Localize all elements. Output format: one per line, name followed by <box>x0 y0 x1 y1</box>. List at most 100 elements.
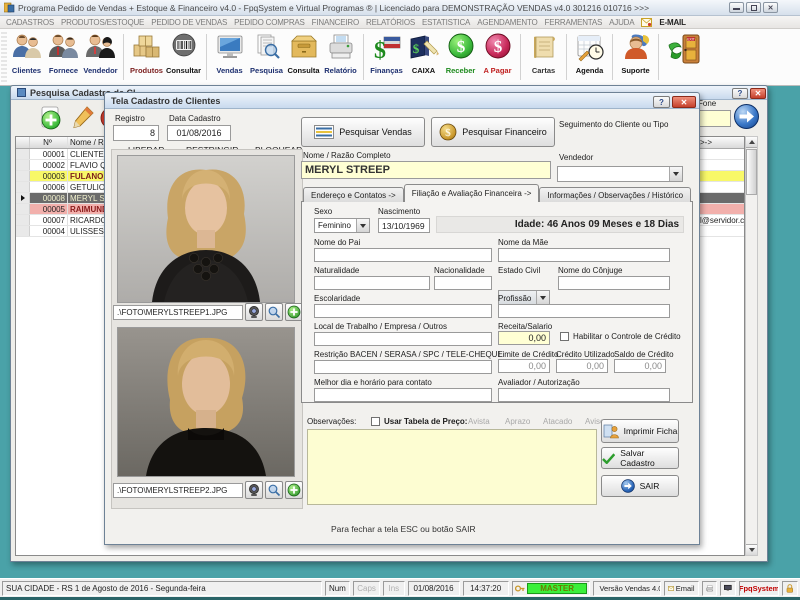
nome-pai-input[interactable] <box>314 248 492 262</box>
registro-field[interactable]: 8 <box>113 125 159 141</box>
menu-agendamento[interactable]: AGENDAMENTO <box>477 18 537 27</box>
blue-arrow-icon <box>733 103 760 130</box>
tab-filiacao[interactable]: Filiação e Avaliação Financeira -> <box>404 184 540 202</box>
profissao-input[interactable] <box>498 304 670 318</box>
menu-email[interactable]: E-MAIL <box>659 18 685 27</box>
toolbar-suporte-label: Suporte <box>621 66 649 75</box>
grid-header-right[interactable]: >-> <box>700 137 744 148</box>
menu-produtos-estoque[interactable]: PRODUTOS/ESTOQUE <box>61 18 144 27</box>
menu-relatorios[interactable]: RELATÓRIOS <box>366 18 415 27</box>
search-help-button[interactable]: ? <box>732 88 748 99</box>
conjuge-input[interactable] <box>558 276 670 290</box>
salvar-cadastro-button[interactable]: Salvar Cadastro <box>601 447 679 469</box>
status-email-panel[interactable]: Email <box>664 581 699 596</box>
photo-2-image <box>118 328 294 476</box>
trabalho-input[interactable] <box>314 332 492 346</box>
vendedor-label: Vendedor <box>559 154 593 163</box>
toolbar-consulta[interactable]: Consulta <box>285 29 322 85</box>
chevron-down-icon[interactable] <box>669 167 682 181</box>
sales-card-icon <box>314 125 334 139</box>
photo2-webcam-button[interactable] <box>245 481 263 499</box>
toolbar-consultar[interactable]: Consultar <box>165 29 202 85</box>
receita-field[interactable]: 0,00 <box>498 331 550 345</box>
nascimento-field[interactable]: 13/10/1969 <box>378 218 430 233</box>
menu-ajuda[interactable]: AJUDA <box>609 18 634 27</box>
sexo-combo[interactable]: Feminino <box>314 218 370 233</box>
observacoes-textarea[interactable] <box>307 429 597 505</box>
toolbar-exit[interactable]: EXIT <box>663 29 707 85</box>
nome-field[interactable]: MERYL STREEP <box>301 161 551 179</box>
escolaridade-input[interactable] <box>314 304 492 318</box>
search-add-button[interactable] <box>37 104 65 132</box>
minimize-button[interactable] <box>729 2 744 13</box>
avaliador-input[interactable] <box>498 388 670 402</box>
toolbar-financas[interactable]: $ Finanças <box>368 29 405 85</box>
grid-header-num[interactable]: Nº <box>30 137 68 148</box>
photo1-path-field[interactable]: .\FOTO\MERYLSTREEP1.JPG <box>113 305 243 320</box>
imprimir-ficha-button[interactable]: Imprimir Ficha <box>601 419 679 443</box>
pesquisar-vendas-button[interactable]: Pesquisar Vendas <box>301 117 425 147</box>
data-cadastro-field[interactable]: 01/08/2016 <box>167 125 231 141</box>
status-print-panel[interactable] <box>702 581 718 596</box>
photo1-webcam-button[interactable] <box>245 303 263 321</box>
naturalidade-input[interactable] <box>314 276 430 290</box>
photo1-zoom-button[interactable] <box>265 303 283 321</box>
nacionalidade-input[interactable] <box>434 276 492 290</box>
toolbar-vendas[interactable]: Vendas <box>211 29 248 85</box>
status-screen-panel[interactable] <box>720 581 736 596</box>
dialog-titlebar[interactable]: Tela Cadastro de Clientes <box>105 93 699 109</box>
toolbar-fornece[interactable]: Fornece <box>45 29 82 85</box>
toolbar-produtos[interactable]: Produtos <box>128 29 165 85</box>
search-edit-button[interactable] <box>69 104 97 132</box>
row-email-cell: l@servidor.com.b <box>700 215 744 225</box>
menu-cadastros[interactable]: CADASTROS <box>6 18 54 27</box>
seguimento-combo[interactable] <box>557 166 683 182</box>
fone-search-button[interactable] <box>733 103 760 130</box>
limite-field[interactable]: 0,00 <box>498 359 550 373</box>
pesquisar-financeiro-button[interactable]: $ Pesquisar Financeiro <box>431 117 555 147</box>
sales-monitor-icon <box>213 31 247 65</box>
toolbar-apagar[interactable]: $ A Pagar <box>479 29 516 85</box>
habilitar-credito-checkbox[interactable] <box>560 332 569 341</box>
scroll-up-icon[interactable] <box>746 137 757 148</box>
toolbar-receber[interactable]: $ Receber <box>442 29 479 85</box>
cashbook-icon: $ <box>407 31 441 65</box>
toolbar-vendedor[interactable]: Vendedor <box>82 29 119 85</box>
menu-estatistica[interactable]: ESTATISTICA <box>422 18 470 27</box>
search-close-button[interactable]: ✕ <box>750 88 766 99</box>
menu-pedido-vendas[interactable]: PEDIDO DE VENDAS <box>151 18 227 27</box>
scroll-thumb[interactable] <box>746 149 757 195</box>
toolbar-relatorio[interactable]: Relatório <box>322 29 359 85</box>
photo2-zoom-button[interactable] <box>265 481 283 499</box>
usar-tabela-checkbox[interactable] <box>371 417 380 426</box>
toolbar-suporte[interactable]: Suporte <box>617 29 654 85</box>
nome-mae-input[interactable] <box>498 248 670 262</box>
scroll-down-icon[interactable] <box>746 544 757 555</box>
maximize-button[interactable] <box>746 2 761 13</box>
chevron-down-icon[interactable] <box>356 219 369 232</box>
toolbar-pesquisa[interactable]: Pesquisa <box>248 29 285 85</box>
restricao-input[interactable] <box>314 360 492 374</box>
menu-pedido-compras[interactable]: PEDIDO COMPRAS <box>234 18 305 27</box>
photo2-add-button[interactable] <box>285 481 303 499</box>
melhor-dia-input[interactable] <box>314 388 492 402</box>
menu-ferramentas[interactable]: FERRAMENTAS <box>545 18 603 27</box>
status-email: Email <box>676 584 695 593</box>
salvar-cadastro-label: Salvar Cadastro <box>620 448 678 468</box>
sair-button[interactable]: SAIR <box>601 475 679 497</box>
dialog-close-button[interactable]: ✕ <box>672 96 696 108</box>
toolbar-cartas[interactable]: Cartas <box>525 29 562 85</box>
saldo-field[interactable]: 0,00 <box>614 359 666 373</box>
tab-informacoes[interactable]: Informações / Observações / Histórico <box>539 187 691 202</box>
toolbar-caixa[interactable]: $ CAIXA <box>405 29 442 85</box>
menu-financeiro[interactable]: FINANCEIRO <box>312 18 359 27</box>
toolbar-clientes[interactable]: Clientes <box>8 29 45 85</box>
chevron-down-icon[interactable] <box>536 291 549 304</box>
grid-scrollbar[interactable] <box>745 136 758 556</box>
tab-endereco[interactable]: Endereço e Contatos -> <box>303 187 404 202</box>
dialog-help-button[interactable]: ? <box>653 96 670 108</box>
toolbar-agenda[interactable]: Agenda <box>571 29 608 85</box>
photo2-path-field[interactable]: .\FOTO\MERYLSTREEP2.JPG <box>113 483 243 498</box>
credito-utilizado-field[interactable]: 0,00 <box>556 359 608 373</box>
close-button[interactable]: ✕ <box>763 2 778 13</box>
